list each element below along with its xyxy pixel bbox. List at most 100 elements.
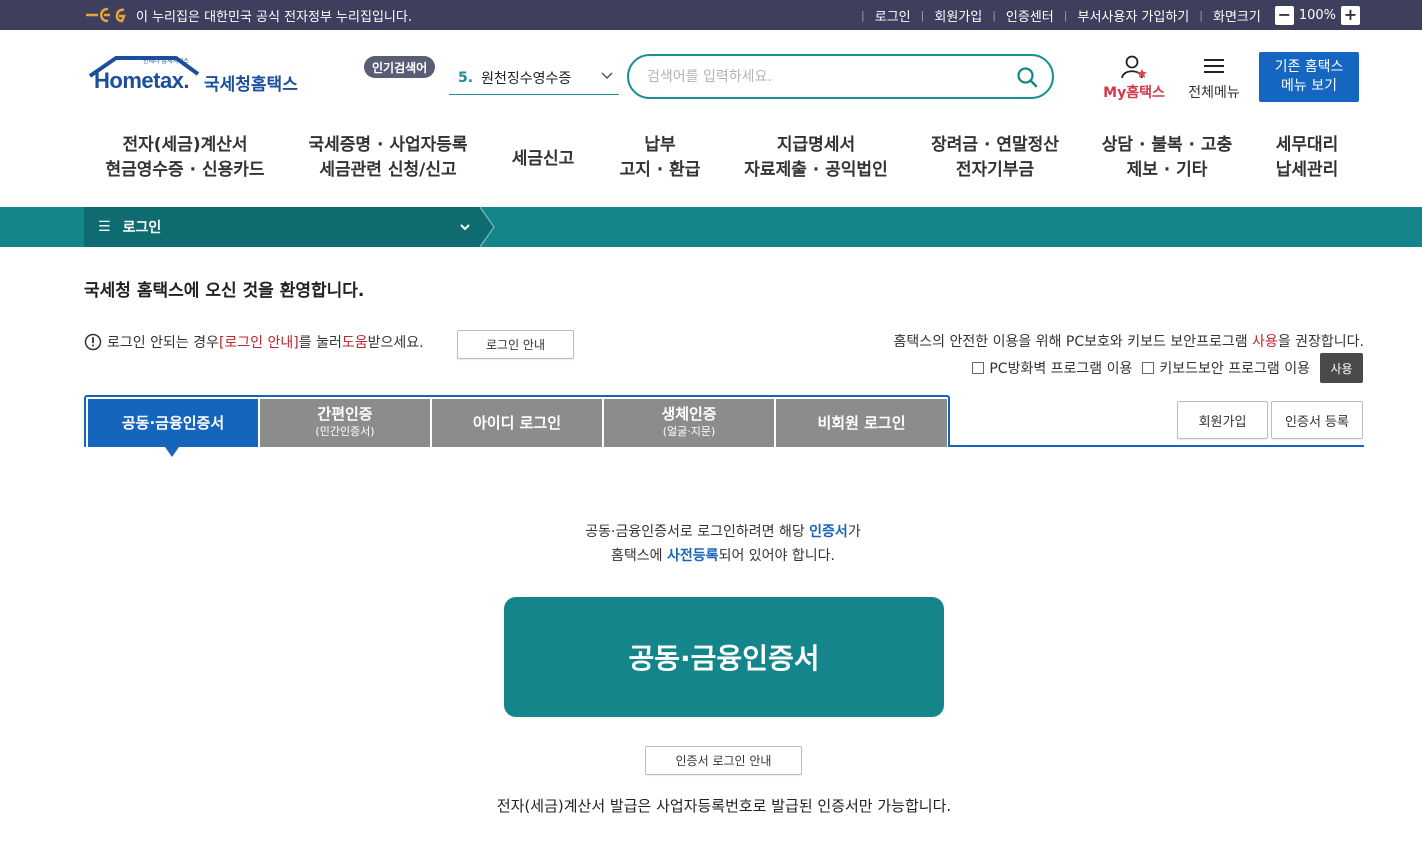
invoice-cert-note: 전자(세금)계산서 발급은 사업자등록번호로 발급된 인증서만 가능합니다.	[496, 797, 952, 815]
keyboard-security-label: 키보드보안 프로그램 이용	[1159, 361, 1310, 377]
nav-item-line1: 상담 · 불복 · 고충	[1101, 135, 1233, 155]
security-use-button[interactable]: 사용	[1320, 353, 1363, 383]
list-icon: ☰	[98, 219, 111, 235]
info-line1-pre: 공동·금융인증서로 로그인하려면 해당	[585, 524, 810, 540]
tab-simple-auth[interactable]: 간편인증 (민간인증서)	[260, 399, 430, 447]
login-help-post: 받으세요.	[367, 335, 424, 351]
nav-item-line1: 세금신고	[511, 149, 575, 169]
nav-item-line2: 제보 · 기타	[1126, 160, 1208, 180]
active-tab-pointer-icon	[165, 447, 179, 457]
zoom-in-button[interactable]: +	[1341, 5, 1360, 25]
keyboard-security-checkbox[interactable]	[1142, 362, 1155, 374]
hometax-logo[interactable]: 언제나 납세서비스 Hometax. 국세청홈택스	[86, 52, 301, 98]
legacy-menu-button[interactable]: 기존 홈택스 메뉴 보기	[1259, 52, 1359, 102]
main-nav: 전자(세금)계산서 현금영수증 · 신용카드 국세증명 · 사업자등록세금관련 신…	[84, 133, 1364, 193]
nav-item-payment[interactable]: 납부고지 · 환급	[620, 133, 701, 183]
login-guide-button[interactable]: 로그인 안내	[457, 330, 574, 359]
hamburger-icon	[1204, 59, 1224, 73]
tab-id-login[interactable]: 아이디 로그인	[432, 399, 602, 447]
login-help-text: 로그인 안되는 경우 [로그인 안내] 를 눌러 도움 받으세요.	[84, 331, 424, 353]
gov-banner: 이 누리집은 대한민국 공식 전자정부 누리집입니다. | 로그인 | 회원가입…	[0, 0, 1422, 30]
zoom-out-button[interactable]: −	[1274, 5, 1294, 25]
tab-biometric[interactable]: 생체인증 (얼굴·지문)	[604, 399, 774, 447]
chevron-down-icon	[601, 72, 613, 80]
nav-item-consult[interactable]: 상담 · 불복 · 고충제보 · 기타	[1102, 133, 1232, 183]
info-line1-post: 가	[847, 524, 861, 540]
location-bar: ☰ 로그인	[0, 207, 1422, 247]
my-hometax-button[interactable]: My홈택스	[1099, 54, 1169, 102]
info-line1-highlight: 인증서	[809, 524, 848, 540]
tab-guest-login[interactable]: 비회원 로그인	[776, 399, 947, 447]
popular-keyword: 원천징수영수증	[481, 71, 572, 87]
cert-register-button[interactable]: 인증서 등록	[1271, 401, 1363, 439]
nav-item-line1: 세무대리	[1275, 135, 1339, 155]
egov-logo-icon	[86, 7, 126, 23]
nav-item-incentive[interactable]: 장려금 · 연말정산전자기부금	[931, 133, 1059, 183]
info-line2-pre: 홈택스에	[611, 548, 668, 564]
firewall-label: PC방화벽 프로그램 이용	[989, 361, 1133, 377]
login-help-help-text: 도움	[341, 335, 368, 351]
nav-item-line2: 고지 · 환급	[619, 160, 701, 180]
legacy-menu-line1: 기존 홈택스	[1274, 59, 1344, 75]
firewall-checkbox[interactable]	[972, 362, 985, 374]
gov-notice: 이 누리집은 대한민국 공식 전자정부 누리집입니다.	[136, 9, 412, 25]
logo-tagline: 언제나 납세서비스	[143, 58, 190, 65]
search-input[interactable]	[647, 66, 1007, 88]
top-join-link[interactable]: 회원가입	[934, 6, 982, 25]
tab-sublabel: (민간인증서)	[315, 425, 375, 438]
chevron-down-icon	[460, 224, 470, 231]
zoom-label: 화면크기	[1212, 9, 1261, 25]
join-button[interactable]: 회원가입	[1177, 401, 1268, 439]
nav-item-statement[interactable]: 지급명세서 자료제출 · 공익법인	[744, 133, 887, 183]
exclamation-circle-icon	[84, 333, 102, 351]
top-cert-center-link[interactable]: 인증센터	[1006, 6, 1054, 25]
firewall-option[interactable]: PC방화벽 프로그램 이용	[972, 358, 1132, 378]
nav-item-tax-report[interactable]: 세금신고	[512, 147, 575, 172]
nav-item-line1: 전자(세금)계산서	[122, 135, 248, 155]
breadcrumb-label: 로그인	[122, 220, 162, 236]
popular-search-badge: 인기검색어	[364, 56, 436, 78]
top-login-link[interactable]: 로그인	[875, 6, 911, 25]
popular-rank: 5.	[458, 70, 474, 86]
breadcrumb[interactable]: ☰ 로그인	[84, 207, 480, 247]
zoom-value: 100%	[1298, 7, 1336, 23]
top-dept-join-link[interactable]: 부서사용자 가입하기	[1077, 6, 1189, 25]
tab-label: 비회원 로그인	[817, 413, 906, 432]
page-title: 국세청 홈택스에 오신 것을 환영합니다.	[84, 281, 365, 301]
tab-underline	[948, 445, 1364, 447]
keyboard-security-option[interactable]: 키보드보안 프로그램 이용	[1142, 358, 1310, 378]
all-menu-button[interactable]: 전체메뉴	[1183, 54, 1245, 102]
nav-item-line1: 납부	[644, 135, 676, 155]
nav-item-line2: 세금관련 신청/신고	[319, 160, 457, 180]
legacy-menu-line2: 메뉴 보기	[1281, 78, 1337, 94]
nav-item-invoice[interactable]: 전자(세금)계산서 현금영수증 · 신용카드	[105, 133, 264, 183]
tab-label: 공동·금융인증서	[121, 413, 225, 432]
cert-login-guide-button[interactable]: 인증서 로그인 안내	[645, 746, 802, 775]
nav-item-line2: 납세관리	[1275, 160, 1339, 180]
all-menu-label: 전체메뉴	[1188, 85, 1240, 101]
popular-keyword-select[interactable]: 5. 원천징수영수증	[449, 62, 619, 95]
certificate-login-button[interactable]: 공동·금융인증서	[504, 597, 944, 717]
security-recommendation: 홈택스의 안전한 이용을 위해 PC보호와 키보드 보안프로그램 사용을 권장합…	[894, 331, 1364, 351]
nav-item-line1: 장려금 · 연말정산	[931, 135, 1059, 155]
tab-joint-certificate[interactable]: 공동·금융인증서	[88, 399, 258, 447]
account-actions: 회원가입 인증서 등록	[1177, 401, 1363, 439]
security-options: PC방화벽 프로그램 이용 키보드보안 프로그램 이용 사용	[972, 353, 1363, 383]
login-help-pre: 로그인 안되는 경우	[107, 335, 219, 351]
user-icon	[1121, 55, 1147, 79]
my-hometax-label: My홈택스	[1103, 85, 1165, 101]
nav-item-line2: 자료제출 · 공익법인	[744, 160, 888, 180]
nav-item-tax-agent[interactable]: 세무대리납세관리	[1276, 133, 1339, 183]
tab-label: 간편인증	[317, 405, 373, 423]
breadcrumb-divider	[478, 207, 495, 247]
nav-item-certificate[interactable]: 국세증명 · 사업자등록세금관련 신청/신고	[308, 133, 467, 183]
security-text-pre: 홈택스의 안전한 이용을 위해 PC보호와 키보드 보안프로그램	[893, 334, 1253, 350]
nav-item-line1: 국세증명 · 사업자등록	[308, 135, 468, 155]
search-icon[interactable]	[1016, 66, 1038, 88]
tab-sublabel: (얼굴·지문)	[662, 425, 716, 438]
logo-main-text: Hometax.	[94, 68, 190, 93]
info-line2-highlight: 사전등록	[667, 548, 719, 564]
nav-item-line2: 전자기부금	[955, 160, 1035, 180]
security-text-highlight: 사용	[1252, 334, 1278, 350]
search-box	[627, 54, 1054, 99]
